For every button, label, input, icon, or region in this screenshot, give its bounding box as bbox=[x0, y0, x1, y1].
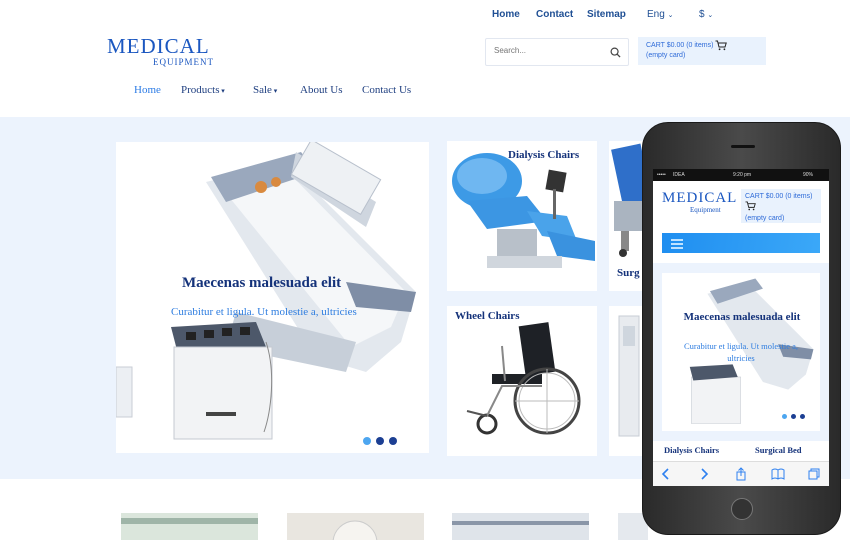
top-link-sitemap[interactable]: Sitemap bbox=[587, 9, 626, 20]
slider-dot-1[interactable] bbox=[782, 414, 787, 419]
slider-dot-3[interactable] bbox=[389, 437, 397, 445]
wheelchair-title: Wheel Chairs bbox=[455, 310, 520, 322]
nav-home[interactable]: Home bbox=[134, 84, 161, 96]
nav-products-label: Products bbox=[181, 84, 220, 96]
thumb-image bbox=[121, 513, 258, 540]
phone-logo-line1: MEDICAL bbox=[662, 190, 738, 206]
thumb-image bbox=[452, 513, 589, 540]
forward-icon[interactable] bbox=[697, 467, 711, 481]
currency-value: $ bbox=[699, 9, 705, 20]
wheelchair-image bbox=[466, 322, 581, 435]
slider-title: Maecenas malesuada elit bbox=[182, 275, 342, 291]
surgical-title: Surg bbox=[617, 267, 640, 279]
slider-dot-3[interactable] bbox=[800, 414, 805, 419]
cart-widget[interactable]: CART $0.00 (0 items) (empty card) bbox=[638, 37, 766, 65]
slider-dot-1[interactable] bbox=[363, 437, 371, 445]
product-thumb-1[interactable] bbox=[121, 513, 258, 540]
phone-logo[interactable]: MEDICAL Equipment bbox=[662, 190, 738, 215]
tabs-icon[interactable] bbox=[807, 467, 821, 481]
dialysis-title: Dialysis Chairs bbox=[508, 149, 580, 161]
phone-slider-subtitle: Curabitur et ligula. Ut molestie a, ultr… bbox=[683, 341, 798, 363]
slider-dot-2[interactable] bbox=[376, 437, 384, 445]
hamburger-icon-line bbox=[671, 243, 683, 245]
language-select[interactable]: Eng ⌄ bbox=[647, 9, 673, 20]
phone-cart[interactable]: CART $0.00 (0 items) (empty card) bbox=[741, 189, 821, 223]
caret-down-icon: ▾ bbox=[271, 87, 278, 95]
x-ray-table-image bbox=[116, 142, 416, 440]
phone-logo-line2: Equipment bbox=[690, 206, 721, 214]
nav-products[interactable]: Products ▾ bbox=[181, 84, 225, 96]
nav-contact[interactable]: Contact Us bbox=[362, 84, 411, 96]
phone-speaker bbox=[731, 145, 755, 148]
phone-cart-summary: CART $0.00 (0 items) bbox=[745, 193, 813, 200]
phone-category-surgical[interactable]: Surgical Bed bbox=[755, 445, 802, 455]
search-icon[interactable] bbox=[610, 47, 621, 58]
slider-subtitle: Curabitur et ligula. Ut molestie a, ultr… bbox=[171, 306, 357, 318]
phone-slider-title: Maecenas malesuada elit bbox=[683, 311, 801, 323]
back-icon[interactable] bbox=[659, 467, 673, 481]
category-dialysis-chairs[interactable]: Dialysis Chairs bbox=[447, 141, 597, 291]
nav-sale[interactable]: Sale ▾ bbox=[253, 84, 277, 96]
top-link-home[interactable]: Home bbox=[492, 9, 520, 20]
bookmarks-icon[interactable] bbox=[771, 467, 785, 481]
carrier-label: IDEA bbox=[673, 172, 685, 178]
phone-screen: ••••• IDEA 9:20 pm 90% MEDICAL Equipment… bbox=[653, 169, 829, 486]
phone-browser-toolbar bbox=[653, 461, 829, 486]
hamburger-icon bbox=[671, 239, 683, 241]
product-thumb-2[interactable] bbox=[287, 513, 424, 540]
slider-dot-2[interactable] bbox=[791, 414, 796, 419]
phone-slider[interactable]: Maecenas malesuada elit Curabitur et lig… bbox=[662, 273, 820, 431]
chevron-down-icon: ⌄ bbox=[707, 12, 714, 19]
share-icon[interactable] bbox=[734, 467, 748, 481]
product-thumb-3[interactable] bbox=[452, 513, 589, 540]
top-link-contact[interactable]: Contact bbox=[536, 9, 573, 20]
phone-menu-bar[interactable] bbox=[662, 233, 820, 253]
cart-icon bbox=[715, 40, 727, 51]
phone-cart-status: (empty card) bbox=[745, 215, 785, 222]
chevron-down-icon: ⌄ bbox=[667, 12, 674, 19]
language-value: Eng bbox=[647, 9, 665, 20]
dialysis-chair-image bbox=[452, 153, 595, 268]
category-wheel-chairs[interactable]: Wheel Chairs bbox=[447, 306, 597, 456]
currency-select[interactable]: $ ⌄ bbox=[699, 9, 713, 20]
phone-status-bar: ••••• IDEA 9:20 pm 90% bbox=[653, 169, 829, 181]
signal-icon: ••••• bbox=[657, 172, 666, 178]
battery-label: 90% bbox=[803, 172, 814, 178]
caret-down-icon: ▾ bbox=[219, 87, 225, 95]
cart-icon bbox=[745, 201, 756, 211]
hamburger-icon-line bbox=[671, 247, 683, 249]
cart-summary: CART $0.00 (0 items) bbox=[646, 42, 714, 49]
cart-status: (empty card) bbox=[646, 52, 686, 59]
search-box bbox=[485, 38, 629, 66]
phone-home-button[interactable] bbox=[731, 498, 753, 520]
nav-about[interactable]: About Us bbox=[300, 84, 342, 96]
nav-sale-label: Sale bbox=[253, 84, 272, 96]
hero-slider[interactable]: Maecenas malesuada elit Curabitur et lig… bbox=[116, 142, 429, 453]
logo-line1: MEDICAL bbox=[107, 34, 210, 58]
site-logo[interactable]: MEDICAL EQUIPMENT bbox=[107, 34, 214, 68]
thumb-image bbox=[287, 513, 424, 540]
search-input[interactable] bbox=[494, 46, 604, 55]
time-label: 9:20 pm bbox=[733, 172, 752, 178]
phone-category-dialysis[interactable]: Dialysis Chairs bbox=[664, 445, 719, 455]
logo-line2: EQUIPMENT bbox=[153, 57, 214, 67]
